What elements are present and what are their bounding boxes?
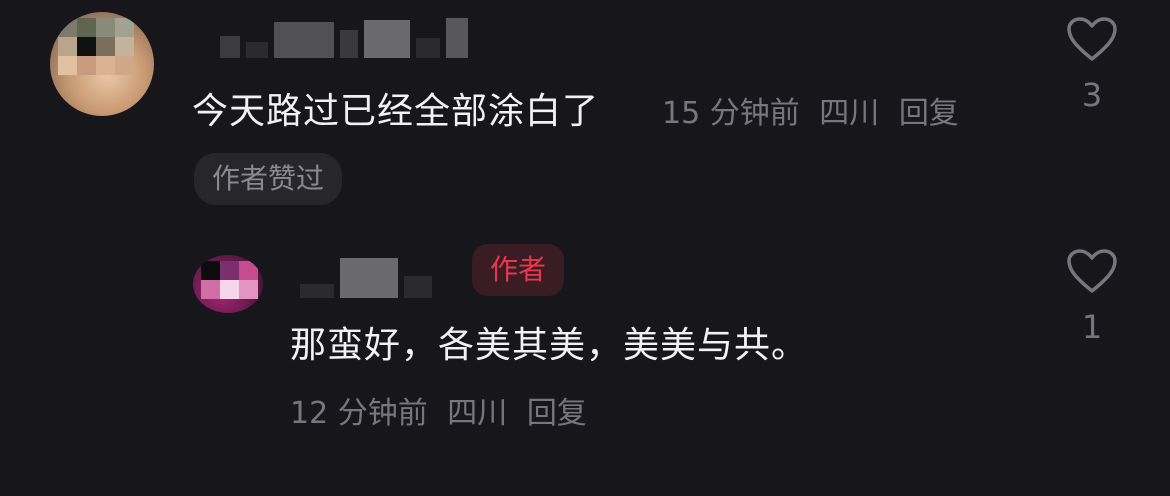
author-liked-chip: 作者赞过 [194, 153, 343, 205]
avatar-mosaic [201, 261, 258, 299]
avatar-mosaic [58, 18, 134, 75]
like-control[interactable]: 3 [1062, 16, 1122, 114]
reply-avatar[interactable] [193, 255, 263, 313]
reply-like-control[interactable]: 1 [1062, 248, 1122, 346]
comment-time: 15 分钟前 [662, 96, 800, 131]
username-blurred[interactable] [220, 18, 468, 58]
reply-meta: 12 分钟前 四川 回复 [290, 388, 597, 432]
comment-text[interactable]: 今天路过已经全部涂白了 [192, 82, 599, 134]
heart-outline-icon[interactable] [1066, 16, 1118, 62]
like-count: 1 [1081, 308, 1103, 346]
reply-username-blurred[interactable] [300, 258, 432, 298]
heart-outline-icon[interactable] [1066, 248, 1118, 294]
like-count: 3 [1081, 76, 1103, 114]
reply-button[interactable]: 回复 [527, 396, 587, 431]
comment-location: 四川 [819, 96, 880, 131]
comment-meta: 15 分钟前 四川 回复 [662, 88, 969, 132]
author-badge: 作者 [472, 244, 565, 296]
reply-text[interactable]: 那蛮好，各美其美，美美与共。 [290, 316, 808, 368]
reply-time: 12 分钟前 [290, 396, 428, 431]
avatar[interactable] [50, 12, 154, 116]
reply-button[interactable]: 回复 [899, 96, 959, 131]
reply-location: 四川 [447, 396, 508, 431]
